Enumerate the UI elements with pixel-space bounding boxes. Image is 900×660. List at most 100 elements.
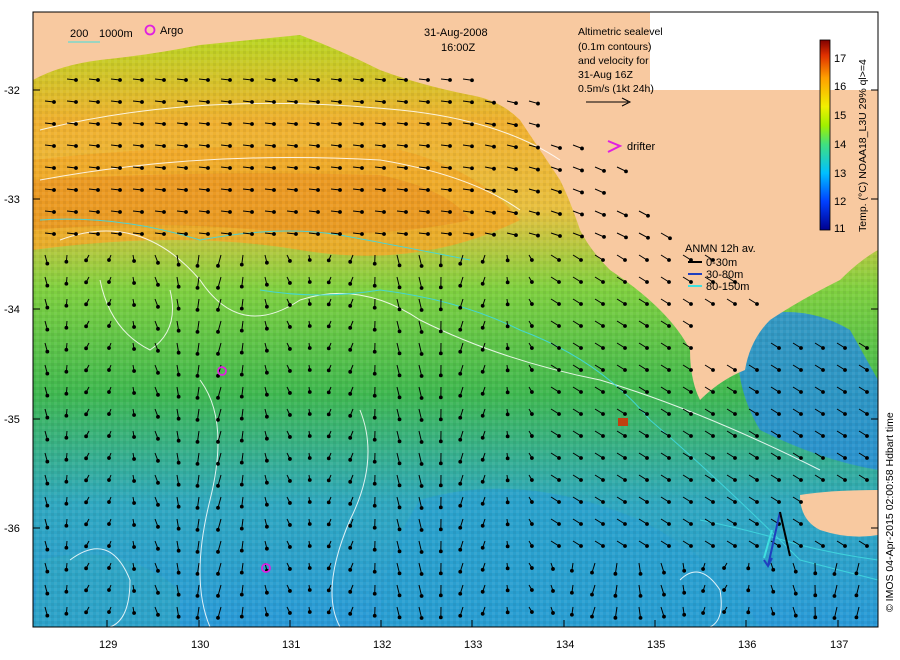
velocity-vector-head bbox=[480, 435, 485, 440]
velocity-vector-head bbox=[118, 166, 122, 170]
velocity-vector-head bbox=[272, 166, 276, 170]
velocity-vector-head bbox=[813, 615, 818, 620]
velocity-vector-head bbox=[140, 78, 144, 82]
velocity-vector-head bbox=[419, 616, 424, 620]
velocity-vector-head bbox=[799, 434, 803, 438]
velocity-vector-head bbox=[228, 100, 232, 104]
velocity-vector-head bbox=[438, 461, 443, 466]
velocity-vector-head bbox=[118, 122, 122, 126]
velocity-vector-head bbox=[689, 500, 693, 504]
velocity-vector-head bbox=[195, 417, 200, 422]
velocity-vector-head bbox=[492, 166, 496, 171]
velocity-vector-head bbox=[667, 478, 671, 482]
velocity-vector-head bbox=[239, 526, 244, 531]
velocity-vector-head bbox=[272, 100, 276, 104]
velocity-vector-head bbox=[372, 547, 377, 552]
velocity-vector-head bbox=[404, 232, 408, 236]
velocity-vector-head bbox=[722, 566, 726, 570]
velocity-vector-head bbox=[338, 210, 342, 214]
velocity-vector-head bbox=[156, 502, 160, 507]
velocity-vector-head bbox=[667, 280, 671, 284]
velocity-vector-head bbox=[45, 613, 50, 618]
velocity-vector-head bbox=[132, 347, 136, 351]
velocity-vector-head bbox=[307, 302, 312, 306]
velocity-vector-head bbox=[176, 328, 181, 333]
velocity-vector-head bbox=[64, 435, 69, 440]
velocity-vector-head bbox=[176, 284, 181, 289]
velocity-vector-head bbox=[326, 258, 331, 263]
x-tick-label: 134 bbox=[556, 639, 574, 651]
velocity-vector-head bbox=[107, 390, 111, 394]
velocity-vector-head bbox=[184, 232, 188, 236]
velocity-vector-head bbox=[162, 232, 166, 236]
x-tick-label: 133 bbox=[464, 639, 482, 651]
velocity-vector-head bbox=[530, 522, 534, 526]
velocity-vector-head bbox=[264, 304, 269, 309]
velocity-vector-head bbox=[746, 610, 751, 615]
velocity-vector-head bbox=[326, 456, 331, 461]
velocity-vector-head bbox=[711, 302, 715, 306]
velocity-vector-head bbox=[118, 188, 122, 192]
velocity-vector-head bbox=[107, 456, 111, 460]
velocity-vector-head bbox=[397, 351, 402, 356]
velocity-vector-head bbox=[184, 100, 188, 104]
velocity-vector-head bbox=[107, 522, 111, 526]
velocity-vector-head bbox=[382, 166, 386, 170]
velocity-vector-head bbox=[195, 505, 200, 510]
velocity-vector-head bbox=[307, 456, 312, 460]
velocity-vector-head bbox=[132, 369, 136, 373]
velocity-vector-head bbox=[557, 258, 561, 262]
velocity-vector-head bbox=[74, 232, 78, 236]
velocity-vector-head bbox=[107, 544, 111, 548]
velocity-vector-head bbox=[557, 302, 561, 306]
velocity-vector-head bbox=[307, 434, 312, 438]
velocity-vector-head bbox=[84, 412, 89, 417]
velocity-vector-head bbox=[64, 369, 69, 374]
velocity-vector-head bbox=[777, 346, 781, 350]
velocity-vector-head bbox=[426, 210, 430, 214]
velocity-vector-head bbox=[557, 368, 561, 372]
velocity-vector-head bbox=[216, 549, 220, 554]
y-tick-label: -35 bbox=[4, 414, 20, 426]
velocity-vector-head bbox=[132, 589, 136, 593]
colorbar-tick: 15 bbox=[834, 110, 846, 122]
velocity-vector-head bbox=[228, 166, 232, 170]
colorbar-tick: 14 bbox=[834, 139, 846, 151]
velocity-vector-head bbox=[624, 169, 628, 174]
velocity-vector-head bbox=[470, 232, 474, 237]
velocity-vector-head bbox=[480, 545, 485, 550]
velocity-vector-head bbox=[264, 282, 269, 287]
velocity-vector-head bbox=[722, 588, 726, 592]
velocity-vector-head bbox=[132, 259, 136, 263]
velocity-vector-head bbox=[264, 414, 269, 419]
velocity-vector-head bbox=[613, 615, 618, 620]
velocity-vector-head bbox=[645, 390, 649, 394]
velocity-vector-head bbox=[84, 588, 89, 593]
velocity-vector-head bbox=[711, 412, 715, 416]
velocity-vector-head bbox=[404, 122, 408, 126]
velocity-vector-head bbox=[132, 303, 136, 307]
velocity-vector-head bbox=[438, 263, 443, 268]
velocity-vector-head bbox=[689, 280, 693, 284]
velocity-vector-head bbox=[195, 461, 200, 466]
velocity-vector-head bbox=[557, 522, 561, 526]
x-tick-label: 136 bbox=[738, 639, 756, 651]
velocity-vector-head bbox=[557, 434, 561, 438]
velocity-vector-head bbox=[195, 483, 200, 488]
velocity-vector-head bbox=[195, 527, 200, 532]
velocity-vector-head bbox=[348, 347, 353, 352]
velocity-vector-head bbox=[397, 373, 402, 378]
velocity-vector-head bbox=[140, 144, 144, 148]
velocity-vector-head bbox=[382, 188, 386, 192]
velocity-vector-head bbox=[590, 614, 594, 619]
velocity-vector-head bbox=[662, 592, 666, 597]
velocity-vector-head bbox=[711, 478, 715, 482]
velocity-vector-head bbox=[601, 324, 605, 328]
y-tick-label: -36 bbox=[4, 523, 20, 535]
velocity-vector-head bbox=[264, 524, 269, 529]
velocity-vector-head bbox=[448, 188, 452, 192]
velocity-vector-head bbox=[667, 434, 671, 438]
velocity-vector-head bbox=[854, 615, 859, 620]
velocity-vector-head bbox=[689, 456, 693, 460]
velocity-vector-head bbox=[558, 146, 562, 150]
